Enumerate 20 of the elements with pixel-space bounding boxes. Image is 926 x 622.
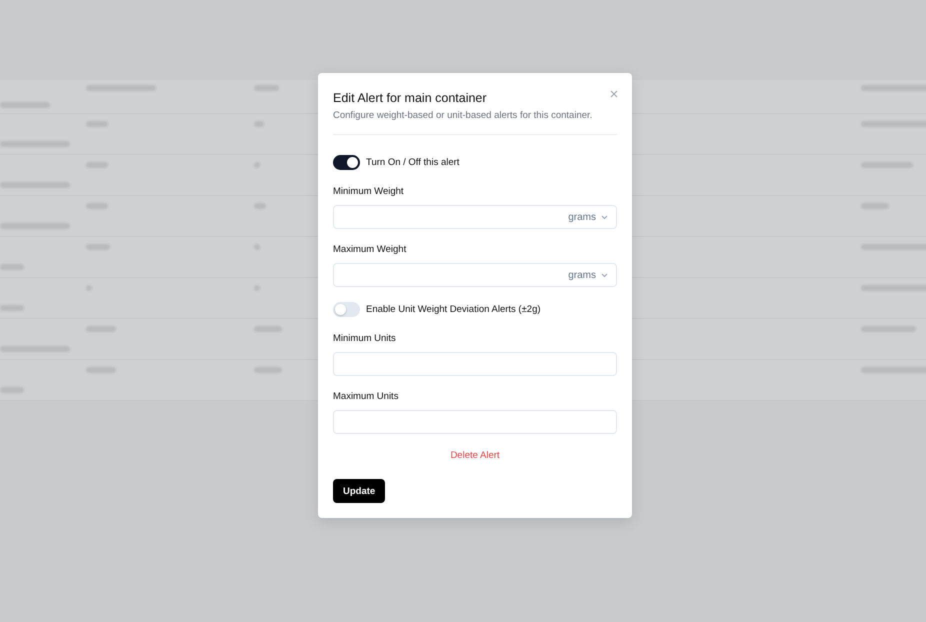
toggle-switch[interactable]: [333, 302, 360, 317]
chevron-down-icon: [601, 272, 608, 278]
field-label: Minimum Units: [333, 333, 397, 344]
switch-label: Enable Unit Weight Deviation Alerts (±2g): [366, 304, 541, 315]
toggle-switch[interactable]: [333, 155, 360, 170]
update-button[interactable]: Update: [333, 479, 386, 503]
dialog-title: Edit Alert for main container: [333, 91, 487, 105]
delete-alert-link[interactable]: Delete Alert: [450, 450, 500, 461]
field-label: Maximum Units: [333, 391, 400, 402]
input-field[interactable]: [333, 352, 617, 376]
switch-label: Turn On / Off this alert: [366, 157, 460, 168]
dialog-description: Configure weight-based or unit-based alerts for this container.: [333, 110, 594, 121]
field-label: Minimum Weight: [333, 186, 405, 197]
input-field[interactable]: grams: [333, 263, 617, 287]
unit-select[interactable]: grams: [568, 270, 608, 280]
field-label: Maximum Weight: [333, 244, 408, 255]
input-field[interactable]: grams: [333, 205, 617, 229]
chevron-down-icon: [601, 214, 608, 220]
unit-select[interactable]: grams: [568, 212, 608, 222]
input-field[interactable]: [333, 410, 617, 434]
